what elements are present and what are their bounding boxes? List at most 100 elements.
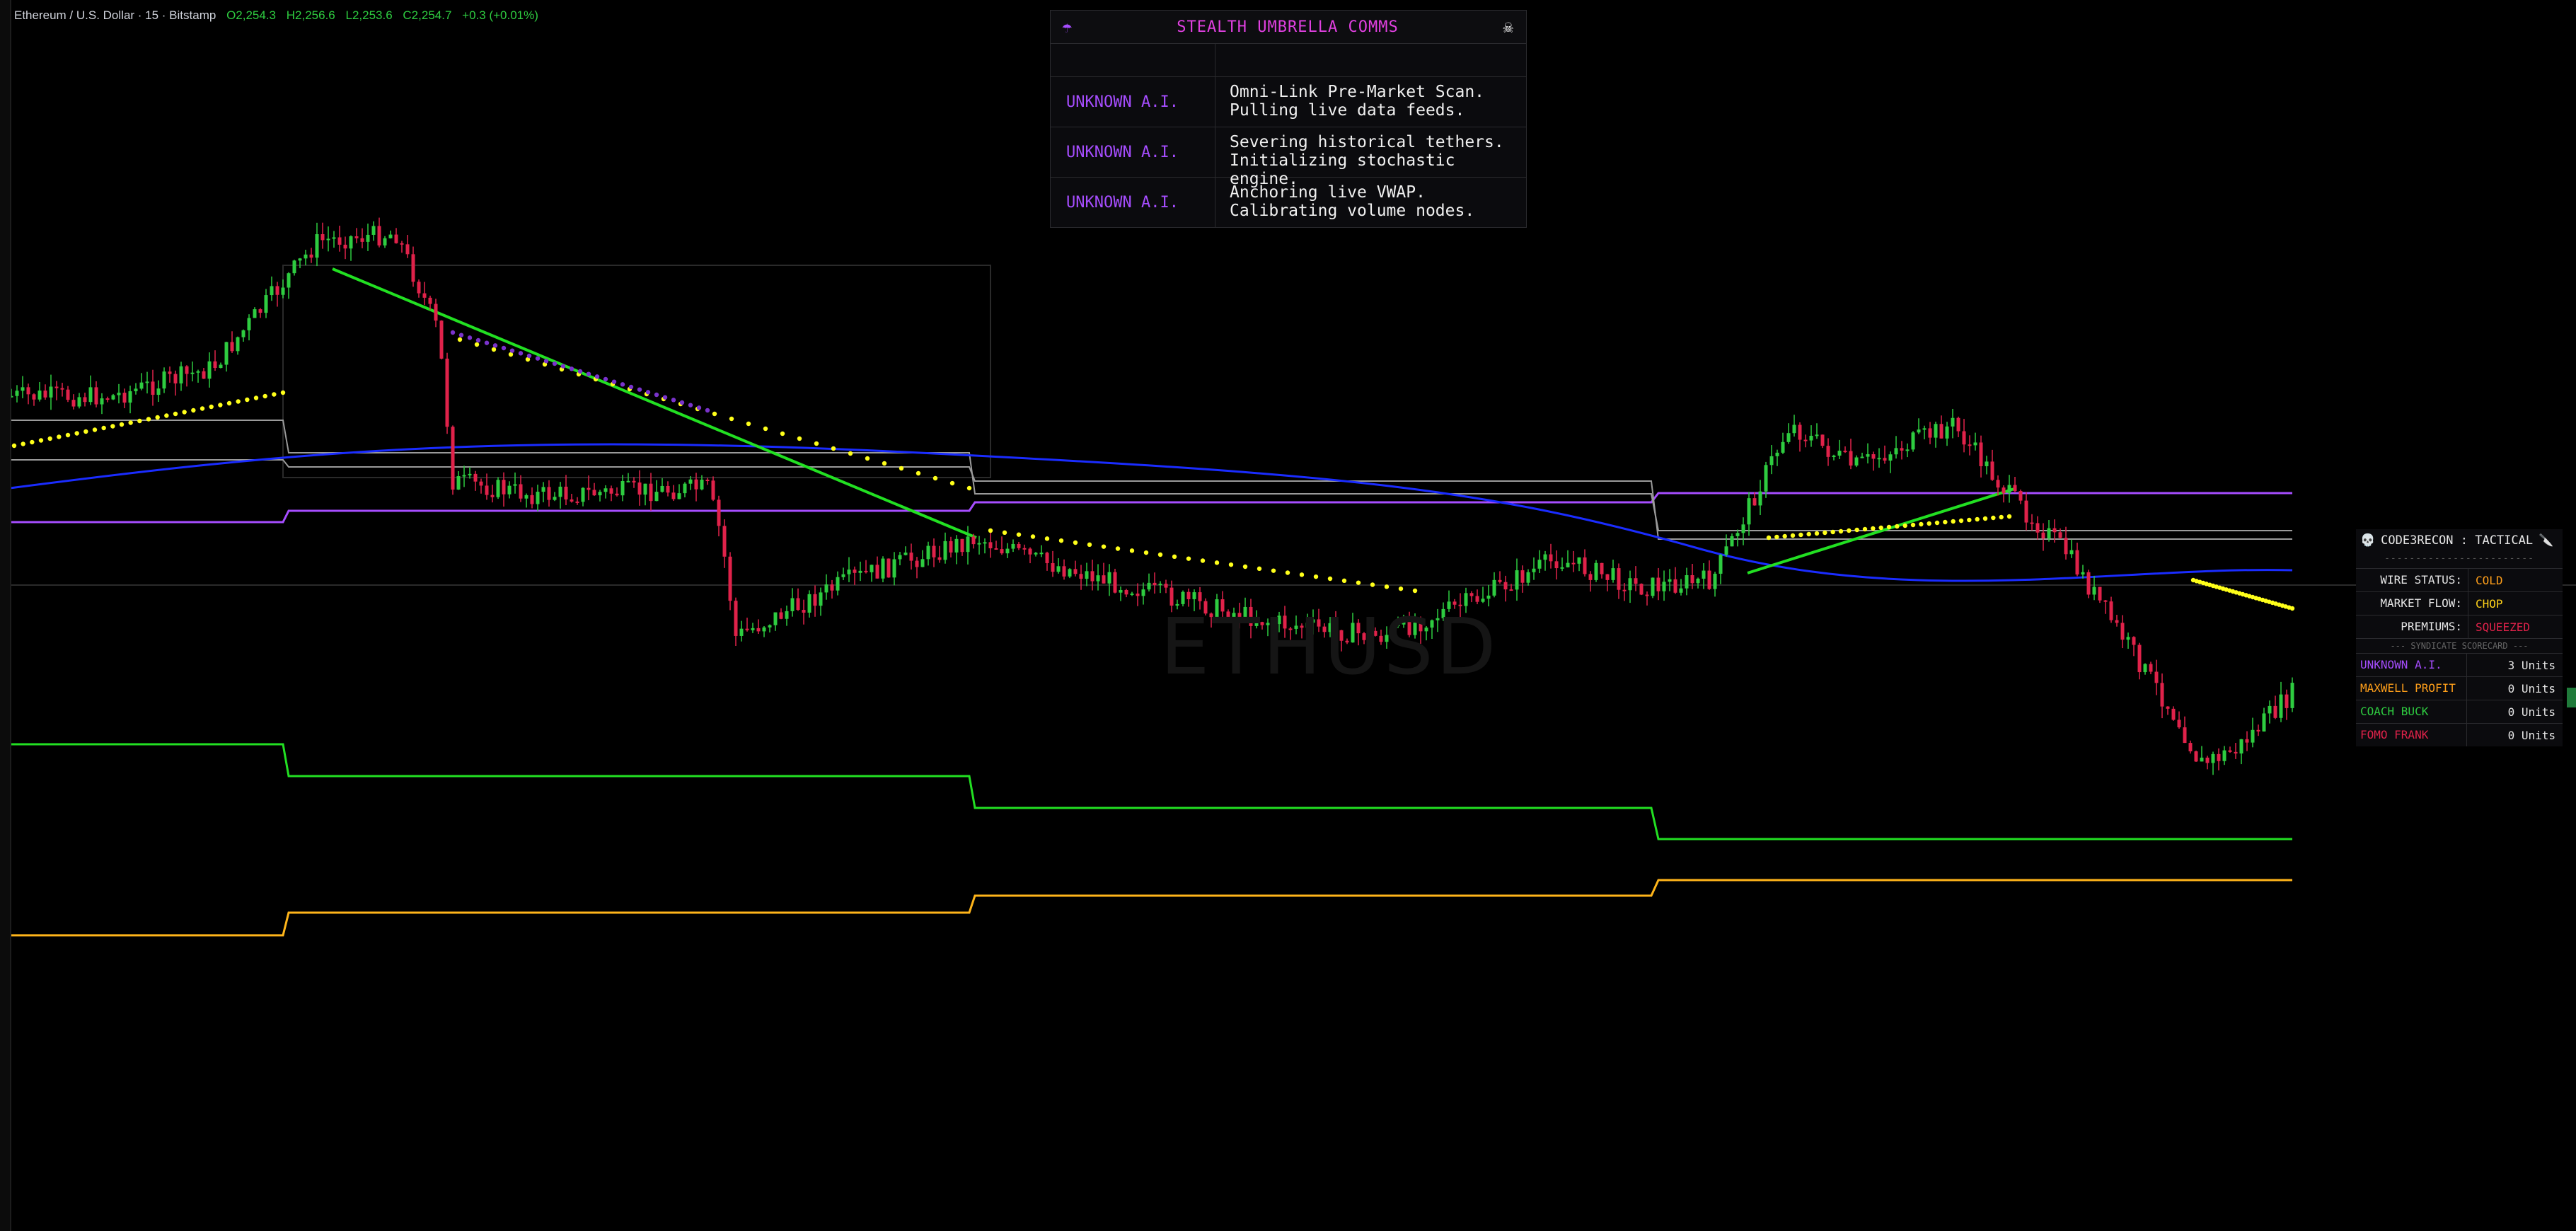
candle-body — [1005, 548, 1010, 554]
candle-body — [1130, 593, 1134, 595]
candle-body — [185, 366, 189, 374]
candle-body — [1011, 543, 1015, 549]
candle-body — [1866, 454, 1870, 457]
candle-body — [1752, 498, 1757, 506]
scorecard-row: UNKNOWN A.I. 3 Units — [2356, 653, 2563, 676]
scorecard-units: 3 Units — [2507, 658, 2555, 672]
signal-dot — [155, 415, 160, 420]
signal-dot — [1886, 524, 1892, 530]
candle-body — [1136, 593, 1140, 596]
signal-dot — [518, 351, 524, 356]
candle-body — [1096, 575, 1100, 582]
candle-body — [1696, 578, 1700, 584]
candle-body — [371, 226, 376, 235]
candle-body — [224, 342, 229, 365]
candle-body — [1905, 449, 1910, 451]
signal-dot — [1814, 531, 1820, 536]
candle-body — [354, 236, 359, 238]
candle-body — [2098, 586, 2102, 601]
candle-body — [1702, 570, 1706, 579]
candle-body — [937, 557, 942, 560]
candle-body — [2069, 550, 2074, 555]
signal-dot — [92, 427, 98, 432]
candle-body — [841, 574, 845, 577]
candle-body — [468, 473, 472, 475]
signal-dot — [484, 340, 490, 345]
candle-body — [2149, 664, 2153, 672]
candle-body — [2171, 708, 2176, 720]
premiums-row: PREMIUMS: SQUEEZED — [2356, 615, 2563, 638]
premiums-value: SQUEEZED — [2476, 620, 2531, 634]
candle-body — [1634, 578, 1638, 584]
signal-dot — [899, 466, 904, 471]
candle-body — [1741, 524, 1745, 533]
signal-dot — [1044, 536, 1050, 541]
candle-body — [1713, 573, 1717, 589]
candle-body — [1113, 572, 1117, 593]
candle-body — [270, 286, 274, 296]
signal-dot — [831, 446, 836, 451]
candle-body — [847, 570, 851, 574]
candle-body — [915, 560, 919, 567]
signal-dot — [1790, 533, 1796, 538]
candle-body — [739, 628, 744, 636]
candle-body — [1639, 584, 1644, 595]
signal-dot — [1356, 580, 1361, 585]
candle-body — [1588, 574, 1593, 580]
candle-body — [1073, 569, 1078, 574]
signal-dot — [1271, 568, 1276, 573]
signal-dot — [611, 379, 617, 384]
candle-body — [343, 244, 347, 249]
candle-body — [151, 381, 155, 395]
candle-body — [1503, 582, 1508, 590]
candle-body — [219, 364, 223, 369]
price-scale-marker — [2567, 688, 2576, 707]
candle-body — [479, 481, 483, 486]
candle-body — [2018, 491, 2023, 501]
signal-dot — [1895, 524, 1900, 529]
candle-body — [1662, 582, 1666, 591]
candle-body — [2143, 664, 2147, 673]
signal-dot — [1341, 578, 1347, 584]
candle-body — [1532, 568, 1536, 572]
candle-body — [60, 388, 64, 390]
wire-status-row: WIRE STATUS: COLD — [2356, 568, 2563, 591]
comms-sender: UNKNOWN A.I. — [1051, 77, 1215, 127]
signal-dot — [577, 369, 583, 374]
signal-dot — [1228, 562, 1234, 567]
lower-orange-channel — [10, 879, 2292, 937]
signal-dot — [501, 345, 507, 351]
signal-dot — [763, 426, 768, 432]
candle-body — [2183, 727, 2187, 744]
candle-body — [881, 558, 885, 579]
candle-body — [1617, 568, 1621, 590]
candle-body — [485, 485, 489, 495]
candle-body — [326, 238, 330, 241]
scorecard-name: UNKNOWN A.I. — [2356, 654, 2467, 676]
candle-body — [519, 484, 523, 499]
candle-body — [2251, 729, 2255, 743]
symbol-legend: Ethereum / U.S. Dollar · 15 · Bitstamp O… — [14, 8, 538, 23]
signal-dot — [1967, 517, 1972, 523]
candle-body — [1107, 572, 1111, 584]
candle-body — [1860, 456, 1864, 458]
signal-dot — [865, 456, 870, 461]
candle-body — [230, 342, 234, 352]
signal-dot — [1878, 525, 1883, 531]
candle-body — [603, 488, 608, 492]
candle-body — [1560, 567, 1564, 569]
candle-body — [558, 486, 562, 497]
signal-dot — [1327, 576, 1333, 582]
candle-body — [445, 358, 449, 427]
symbol-name: Ethereum / U.S. Dollar · 15 · Bitstamp — [14, 8, 216, 22]
candle-body — [1017, 543, 1021, 548]
candle-body — [2052, 528, 2057, 533]
candle-body — [241, 330, 246, 337]
candle-body — [824, 584, 828, 593]
candle-body — [1090, 571, 1094, 582]
candle-body — [1668, 579, 1672, 582]
candle-body — [1158, 584, 1162, 586]
signal-dot — [1999, 514, 2004, 520]
candle-body — [711, 480, 715, 500]
scorecard-name: MAXWELL PROFIT — [2356, 677, 2467, 700]
